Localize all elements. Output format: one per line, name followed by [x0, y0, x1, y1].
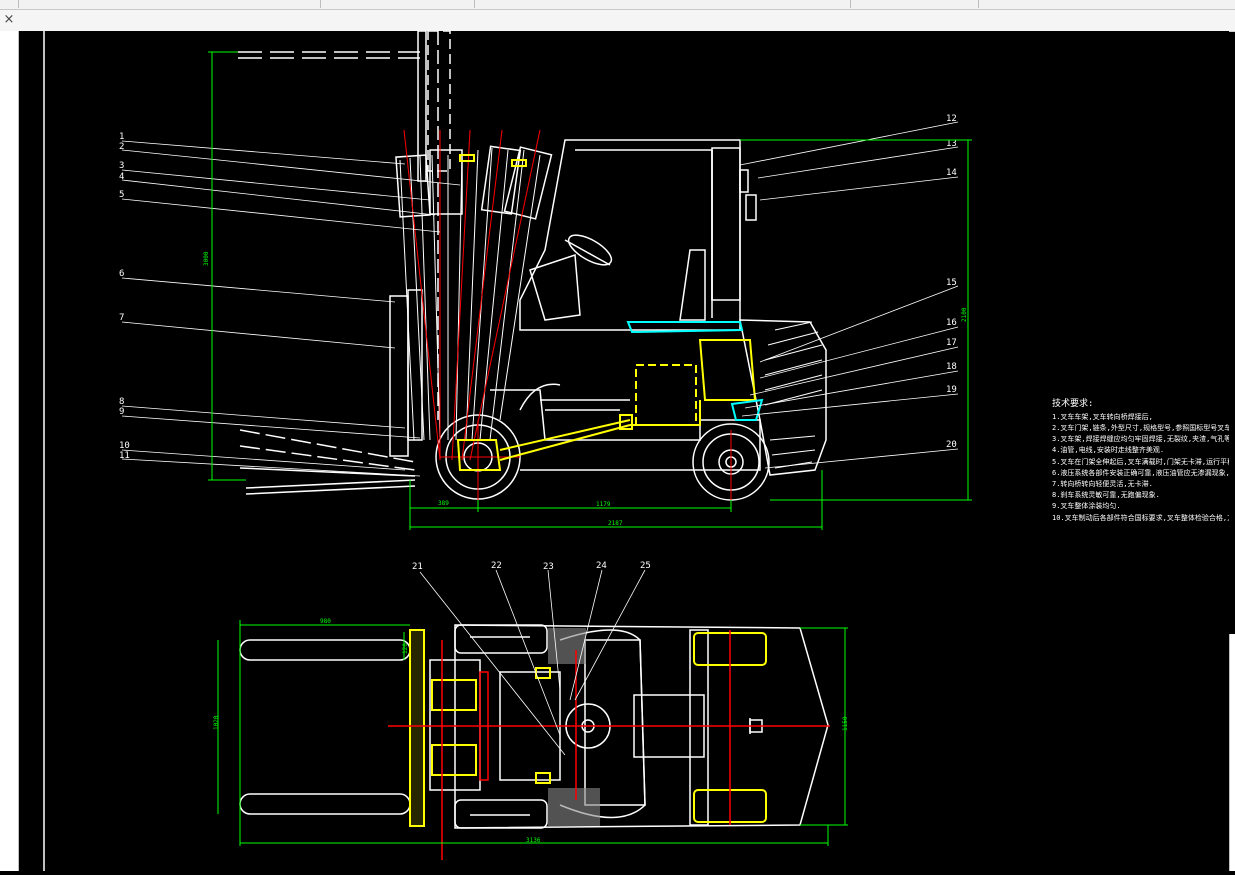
dim-cab-height: 2100 [961, 307, 968, 322]
callout-16: 16 [946, 318, 957, 328]
notes-line: 8.刹车系统灵敏可靠,无跑偏现象. [1052, 490, 1160, 499]
notes-line: 2.叉车门架,链条,外型尺寸,规格型号,参照国标型号叉车标准. [1052, 423, 1229, 432]
callout-11: 11 [119, 451, 130, 461]
callout-3: 3 [119, 161, 124, 171]
callout-23: 23 [543, 562, 554, 572]
ribbon-cell [0, 0, 19, 8]
callout-22: 22 [491, 561, 502, 571]
right-scroll-rail[interactable] [1229, 634, 1235, 871]
dim-overall-width: 1150 [842, 716, 849, 731]
dim-mast-height: 3000 [203, 251, 210, 266]
side-leaders [121, 121, 959, 477]
callout-7: 7 [119, 313, 124, 323]
technical-notes: 技术要求: 1.叉车车架,叉车转向桥焊接后, 2.叉车门架,链条,外型尺寸,规格… [1052, 397, 1235, 522]
forklift-drawing: 1 2 3 4 5 6 7 8 9 10 11 12 13 14 15 16 1… [43, 30, 1235, 871]
ribbon-cell [474, 0, 851, 8]
dim-fork-spread: 1020 [213, 715, 220, 730]
top-callout-labels: 21 22 23 24 25 [412, 561, 651, 572]
notes-line: 7.转向桥转向轻便灵活,无卡滞. [1052, 479, 1153, 488]
top-dimension-labels: 980 120 1020 1150 3136 [213, 618, 849, 844]
notes-line: 6.液压系统各部件安装正确可靠,液压油管应无渗漏现象,油泵运转无异常. [1052, 468, 1229, 477]
callout-2: 2 [119, 142, 124, 152]
left-tool-rail [0, 31, 19, 871]
callout-24: 24 [596, 561, 607, 571]
notes-line: 3.叉车架,焊接焊缝应均匀牢固焊接,无裂纹,夹渣,气孔等缺陷. [1052, 434, 1229, 443]
side-dimensions [208, 51, 972, 530]
callout-18: 18 [946, 362, 957, 372]
top-ribbon-strip [0, 0, 1235, 10]
ribbon-cell [320, 0, 475, 8]
callout-21: 21 [412, 562, 423, 572]
callout-9: 9 [119, 407, 124, 417]
dim-wheelbase: 1179 [596, 501, 611, 508]
callout-25: 25 [640, 561, 651, 571]
notes-title: 技术要求: [1052, 397, 1093, 409]
callout-6: 6 [119, 269, 124, 279]
callout-10: 10 [119, 441, 130, 451]
dim-front-overhang: 389 [438, 500, 449, 507]
cad-drawing-canvas[interactable]: 1 2 3 4 5 6 7 8 9 10 11 12 13 14 15 16 1… [19, 30, 1235, 871]
top-hatch [548, 628, 600, 826]
callout-12: 12 [946, 114, 957, 124]
top-dimensions [217, 620, 848, 846]
ribbon-cell [18, 0, 321, 8]
notes-line: 4.油管,电线,安装时走线整齐美观. [1052, 445, 1164, 454]
callout-20: 20 [946, 440, 957, 450]
document-tab-bar [0, 10, 1235, 32]
dim-fork-width: 120 [402, 643, 409, 654]
ribbon-cell [850, 0, 979, 8]
close-drawing-button[interactable]: × [2, 12, 16, 28]
callout-17: 17 [946, 338, 957, 348]
callout-15: 15 [946, 278, 957, 288]
callout-4: 4 [119, 172, 124, 182]
notes-line: 1.叉车车架,叉车转向桥焊接后, [1052, 412, 1153, 421]
side-view [238, 30, 827, 501]
side-centerlines [403, 129, 732, 500]
notes-line: 5.叉车在门架全伸起后,叉车满载时,门架无卡滞,运行平稳. [1052, 457, 1229, 466]
callout-19: 19 [946, 385, 957, 395]
notes-line: 9.叉车整体涂装均匀. [1052, 501, 1121, 510]
notes-line: 10.叉车制动后各部件符合国标要求,叉车整体检验合格,方可出厂. [1052, 513, 1229, 522]
dim-overall-length: 2187 [608, 520, 623, 527]
callout-8: 8 [119, 397, 124, 407]
callout-5: 5 [119, 190, 124, 200]
callout-14: 14 [946, 168, 957, 178]
callout-1: 1 [119, 132, 124, 142]
dim-overall-length-top: 3136 [526, 837, 541, 844]
dim-fork-length: 980 [320, 618, 331, 625]
top-leaders [419, 569, 646, 756]
